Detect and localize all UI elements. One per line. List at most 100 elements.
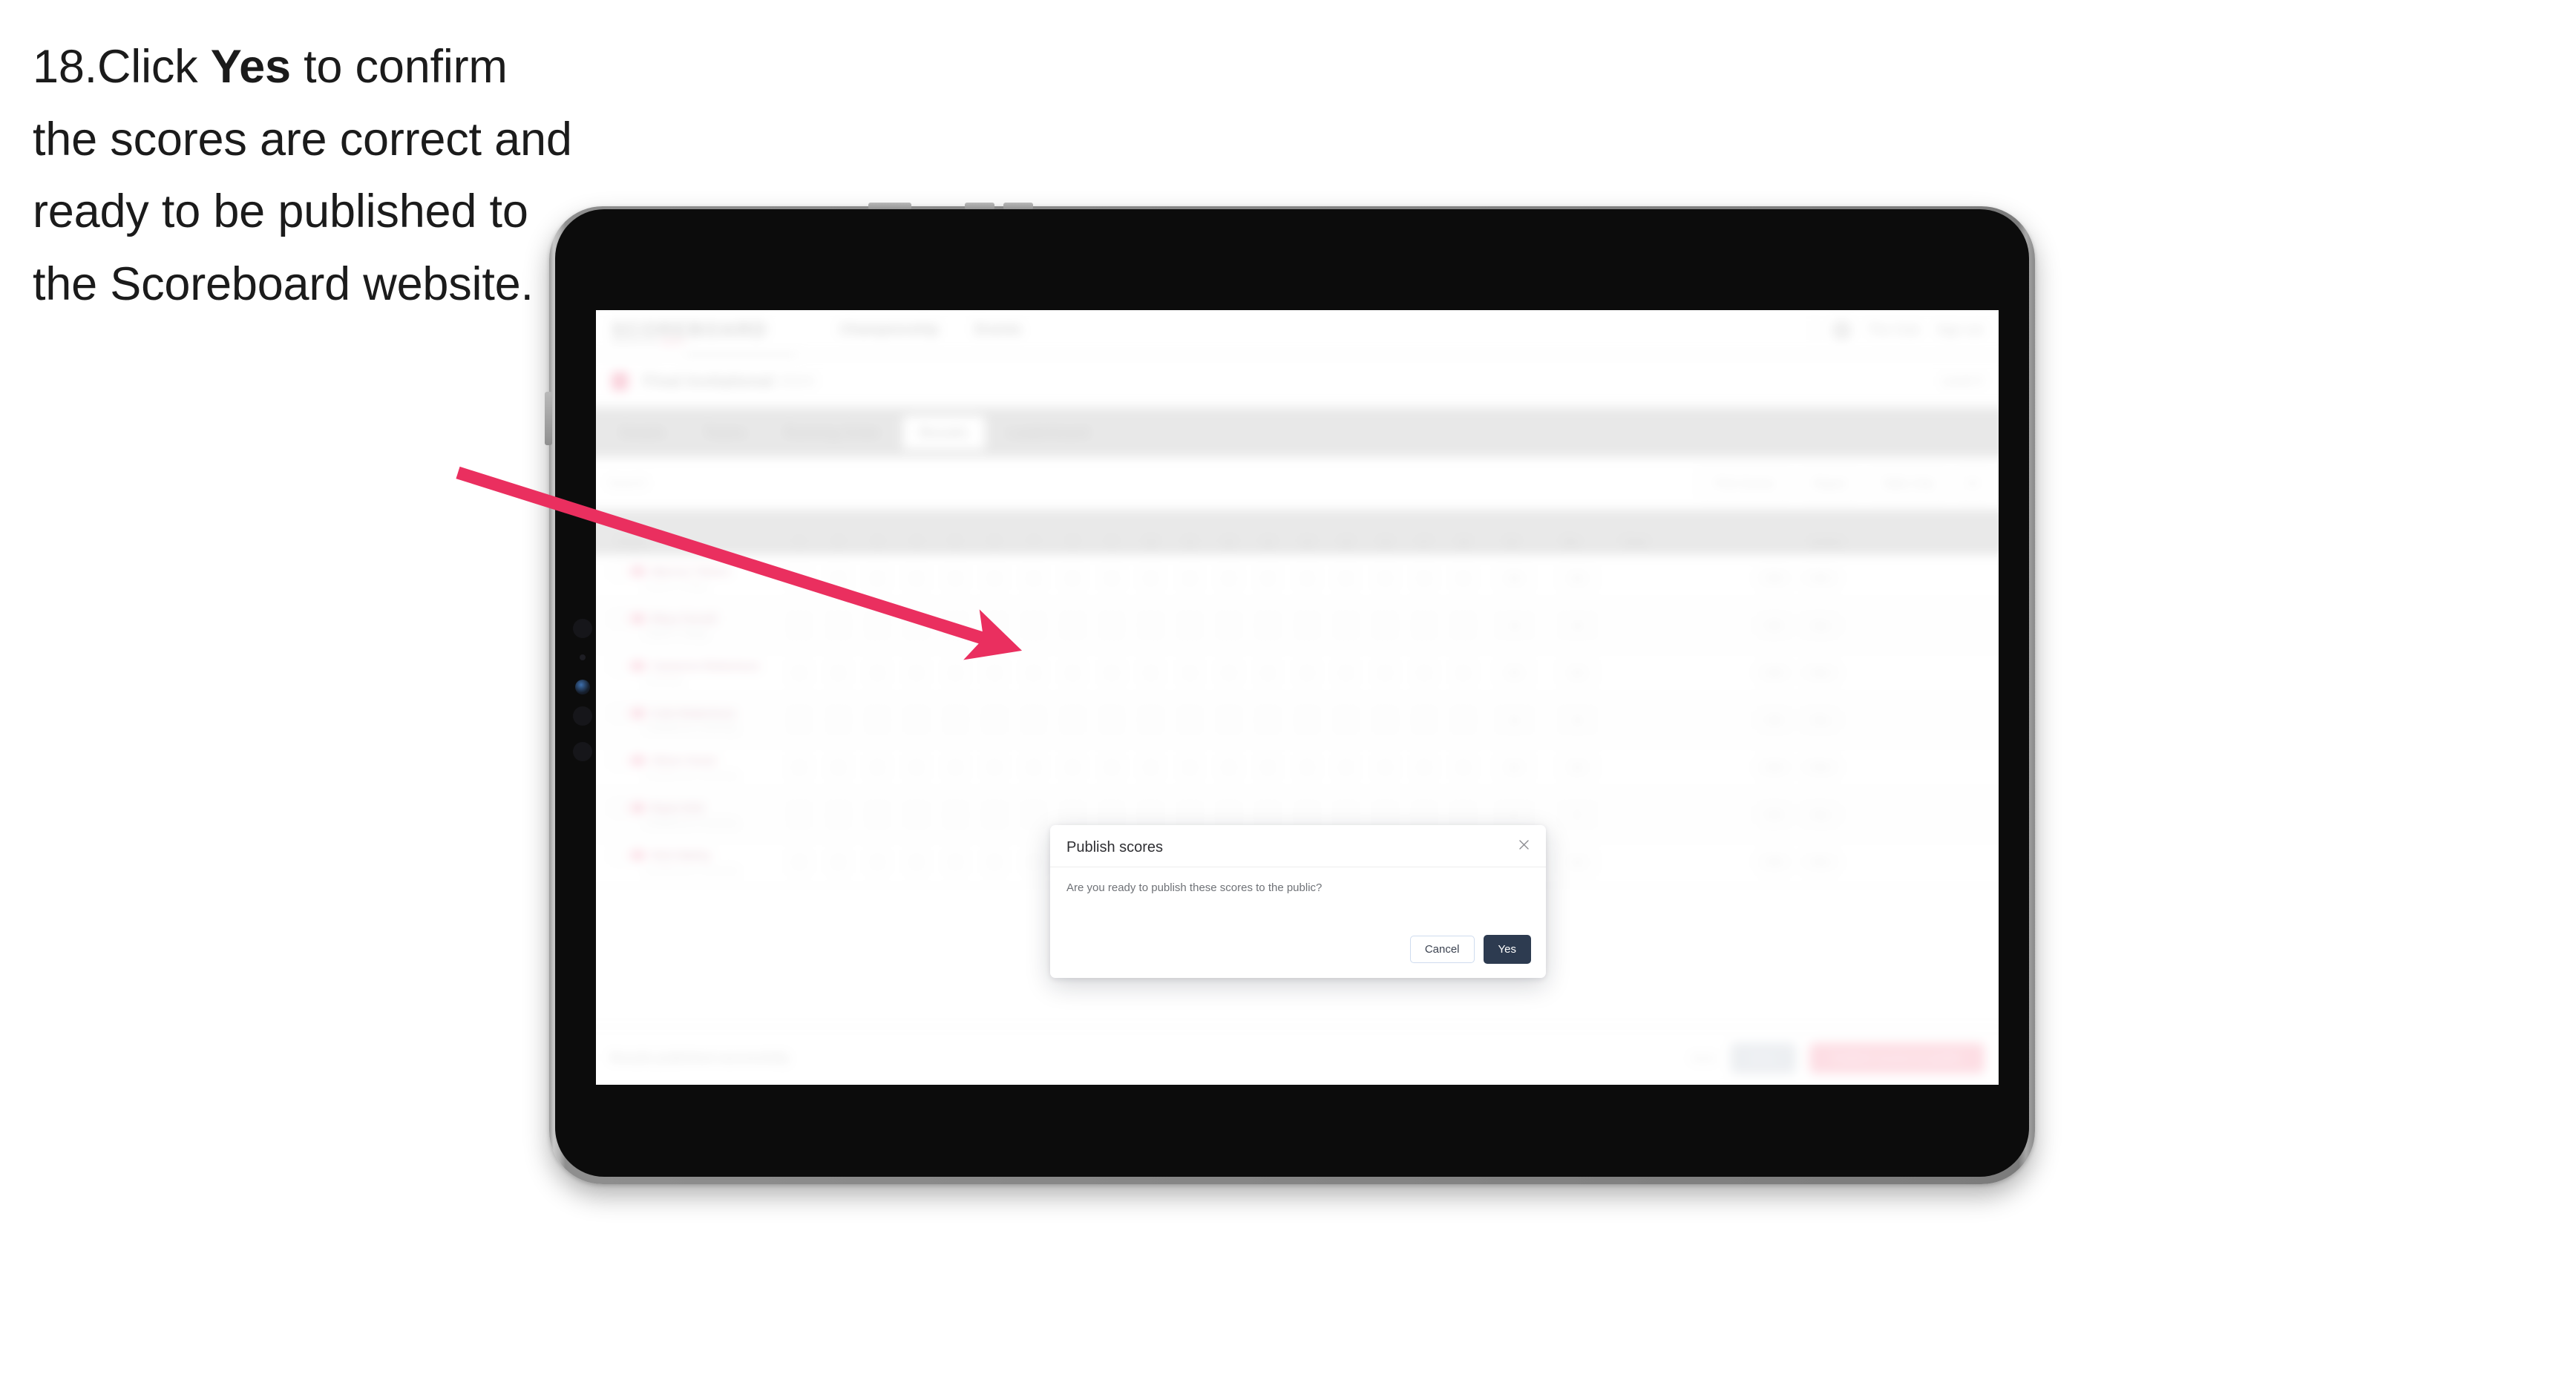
score-cell[interactable]: 0 [1131,709,1170,732]
row-checkbox[interactable] [612,848,625,862]
action-button[interactable]: View [1800,804,1841,825]
score-cell[interactable]: 0 [1131,755,1170,779]
score-cell[interactable]: 0 [1092,755,1132,779]
close-icon[interactable] [1515,835,1533,853]
score-cell[interactable]: 0 [780,566,819,590]
score-cell[interactable]: 0 [1092,661,1132,684]
score-cell[interactable]: 0 [936,803,975,827]
score-cell[interactable]: 0 [819,850,858,873]
score-cell[interactable]: 0 [819,661,858,684]
row-checkbox[interactable] [612,612,625,625]
score-cell[interactable]: 0 [975,661,1015,684]
score-cell[interactable]: 0 [1014,566,1053,590]
score-cell[interactable]: 0 [936,850,975,873]
row-checkbox[interactable] [612,754,625,767]
score-cell[interactable]: 0 [1092,614,1132,637]
score-cell[interactable]: 0 [975,614,1015,637]
footer-back-link[interactable]: Back [1692,1052,1717,1065]
score-cell[interactable]: 0 [1405,803,1444,827]
score-cell[interactable]: 0 [780,803,819,827]
score-cell[interactable]: 0 [1170,614,1210,637]
score-cell[interactable]: 0 [819,709,858,732]
score-cell[interactable]: 0 [1092,566,1132,590]
score-cell[interactable]: 0 [1014,755,1053,779]
score-cell[interactable]: 0 [897,850,937,873]
score-cell[interactable]: 0 [1366,614,1405,637]
row-checkbox[interactable] [612,659,625,673]
cancel-button[interactable]: Cancel [1409,936,1475,963]
action-button[interactable]: Edit [1756,757,1793,778]
nav-signout-link[interactable]: Sign out [1936,323,1983,338]
score-cell[interactable]: 0 [897,755,937,779]
action-button[interactable]: View [1800,663,1841,683]
tab-results[interactable]: Results [902,415,985,450]
tab-details[interactable]: Details [604,416,681,450]
score-cell[interactable]: 0 [936,661,975,684]
score-cell[interactable]: 0 [858,709,897,732]
score-cell[interactable]: 0 [780,614,819,637]
score-cell[interactable]: 0 [1053,803,1092,827]
score-cell[interactable]: 0 [1366,661,1405,684]
score-cell[interactable]: 0 [1443,803,1483,827]
score-cell[interactable]: 0 [1210,709,1249,732]
score-cell[interactable]: 0 [1248,803,1288,827]
score-cell[interactable]: 0 [1366,755,1405,779]
row-checkbox[interactable] [612,801,625,815]
action-button[interactable]: View [1800,568,1841,588]
action-button[interactable]: Edit [1756,804,1793,825]
action-button[interactable]: Edit [1756,663,1793,683]
score-cell[interactable]: 0 [819,566,858,590]
score-cell[interactable]: 0 [1405,709,1444,732]
score-cell[interactable]: 0 [897,614,937,637]
score-cell[interactable]: 0 [1248,709,1288,732]
score-cell[interactable]: 0 [1014,614,1053,637]
score-cell[interactable]: 0 [1170,803,1210,827]
score-cell[interactable]: 0 [1326,803,1366,827]
footer-publish-button[interactable]: Publish scores to public [1809,1042,1985,1074]
score-cell[interactable]: 0 [975,803,1015,827]
score-cell[interactable]: 0 [1366,803,1405,827]
score-cell[interactable]: 0 [1014,850,1053,873]
row-checkbox[interactable] [612,565,625,578]
action-button[interactable]: View [1800,615,1841,636]
score-cell[interactable]: 0 [1210,614,1249,637]
score-cell[interactable]: 0 [1053,614,1092,637]
score-cell[interactable]: 0 [1248,661,1288,684]
score-cell[interactable]: 0 [1131,803,1170,827]
score-cell[interactable]: 0 [1326,614,1366,637]
score-cell[interactable]: 0 [975,850,1015,873]
score-cell[interactable]: 0 [1092,709,1132,732]
score-cell[interactable]: 0 [1053,755,1092,779]
score-cell[interactable]: 0 [1170,755,1210,779]
score-cell[interactable]: 0 [1131,614,1170,637]
action-button[interactable]: Edit [1756,615,1793,636]
score-cell[interactable]: 0 [1443,614,1483,637]
score-cell[interactable]: 0 [858,755,897,779]
action-button[interactable]: Edit [1756,568,1793,588]
score-cell[interactable]: 0 [975,566,1015,590]
score-cell[interactable]: 0 [780,661,819,684]
score-cell[interactable]: 0 [1248,755,1288,779]
score-cell[interactable]: 0 [1092,803,1132,827]
score-cell[interactable]: 0 [1053,566,1092,590]
score-cell[interactable]: 0 [897,803,937,827]
score-cell[interactable]: 0 [1405,614,1444,637]
score-cell[interactable]: 0 [1405,755,1444,779]
score-cell[interactable]: 0 [780,709,819,732]
score-cell[interactable]: 0 [936,755,975,779]
score-cell[interactable]: 0 [1210,566,1249,590]
table-row[interactable]: Marcus Tolson Eastern College 0 0 0 0 0 0 0 0 0 0 0 0… [596,555,1999,602]
score-cell[interactable]: 0 [897,709,937,732]
score-cell[interactable]: 0 [1443,709,1483,732]
tab-teams[interactable]: Teams [687,416,762,450]
score-cell[interactable]: 0 [1170,566,1210,590]
score-cell[interactable]: 0 [975,709,1015,732]
score-cell[interactable]: 0 [858,566,897,590]
avatar[interactable] [1832,320,1852,340]
score-cell[interactable]: 0 [1210,755,1249,779]
score-cell[interactable]: 0 [1366,566,1405,590]
score-cell[interactable]: 0 [1053,661,1092,684]
score-cell[interactable]: 0 [858,803,897,827]
score-cell[interactable]: 0 [936,709,975,732]
nav-user-label[interactable]: The Club [1868,323,1920,338]
